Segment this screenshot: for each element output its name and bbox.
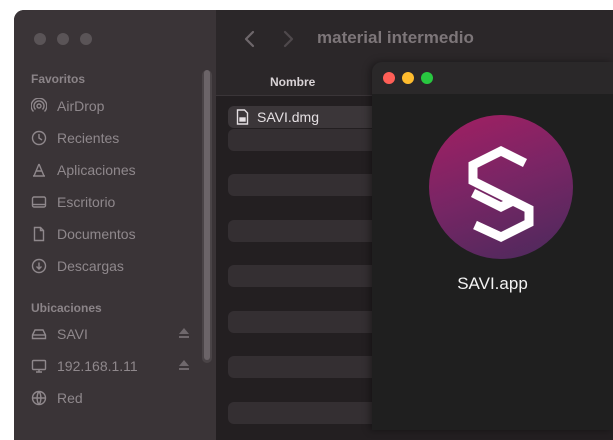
empty-row	[228, 311, 388, 333]
document-icon	[30, 225, 48, 243]
sidebar-item-label: Escritorio	[57, 194, 116, 210]
forward-button[interactable]	[278, 27, 298, 51]
minimize-button[interactable]	[57, 33, 69, 45]
sidebar-item-red[interactable]: Red	[30, 387, 200, 409]
sidebar-item-airdrop[interactable]: AirDrop	[30, 95, 200, 117]
sidebar-item-label: Red	[57, 390, 83, 406]
sidebar-item-label: Recientes	[57, 130, 120, 146]
column-header-label: Nombre	[270, 75, 316, 89]
dmg-titlebar	[372, 62, 613, 94]
empty-row	[228, 265, 388, 287]
sidebar-item-label: SAVI	[57, 326, 88, 342]
sidebar-item-escritorio[interactable]: Escritorio	[30, 191, 200, 213]
empty-row	[228, 174, 388, 196]
file-row-savi-dmg[interactable]: SAVI.dmg	[228, 106, 388, 128]
locations-header: Ubicaciones	[31, 301, 102, 315]
airdrop-icon	[30, 97, 48, 115]
empty-row	[228, 129, 388, 151]
sidebar-item-label: 192.168.1.11	[57, 358, 138, 374]
sidebar-item-documentos[interactable]: Documentos	[30, 223, 200, 245]
app-name: SAVI.app	[457, 274, 528, 293]
sidebar-item-label: Aplicaciones	[57, 162, 136, 178]
file-name: SAVI.dmg	[257, 109, 319, 125]
sidebar-item-label: AirDrop	[57, 98, 105, 114]
sidebar-item-aplicaciones[interactable]: Aplicaciones	[30, 159, 200, 181]
savi-logo-icon[interactable]	[429, 115, 573, 259]
sidebar-item-recientes[interactable]: Recientes	[30, 127, 200, 149]
drive-icon	[30, 325, 48, 343]
sidebar-item-descargas[interactable]: Descargas	[30, 255, 200, 277]
sidebar: Favoritos AirDrop Recientes Aplicaciones	[14, 10, 216, 440]
empty-row	[228, 402, 388, 424]
applications-icon	[30, 161, 48, 179]
eject-icon[interactable]	[178, 358, 190, 375]
sidebar-item-label: Descargas	[57, 258, 124, 274]
window-controls	[383, 72, 433, 84]
close-button[interactable]	[34, 33, 46, 45]
zoom-button[interactable]	[421, 72, 433, 84]
sidebar-item-label: Documentos	[57, 226, 136, 242]
close-button[interactable]	[383, 72, 395, 84]
download-icon	[30, 257, 48, 275]
app-label[interactable]: SAVI.app	[372, 274, 613, 294]
dmg-window: SAVI.app	[372, 62, 613, 430]
zoom-button[interactable]	[80, 33, 92, 45]
monitor-icon	[30, 357, 48, 375]
empty-row	[228, 220, 388, 242]
sidebar-scroll-thumb[interactable]	[204, 70, 210, 360]
clock-icon	[30, 129, 48, 147]
empty-row	[228, 356, 388, 378]
minimize-button[interactable]	[402, 72, 414, 84]
toolbar: material intermedio	[216, 10, 613, 67]
sidebar-item-savi[interactable]: SAVI	[30, 323, 200, 345]
eject-icon[interactable]	[178, 326, 190, 343]
back-button[interactable]	[240, 27, 260, 51]
disk-image-icon	[236, 109, 249, 125]
favorites-header: Favoritos	[31, 72, 86, 86]
window-title: material intermedio	[317, 28, 474, 47]
sidebar-item-192-168-1-11[interactable]: 192.168.1.11	[30, 355, 200, 377]
desktop-icon	[30, 193, 48, 211]
network-icon	[30, 389, 48, 407]
inactive-window-controls	[34, 33, 92, 45]
